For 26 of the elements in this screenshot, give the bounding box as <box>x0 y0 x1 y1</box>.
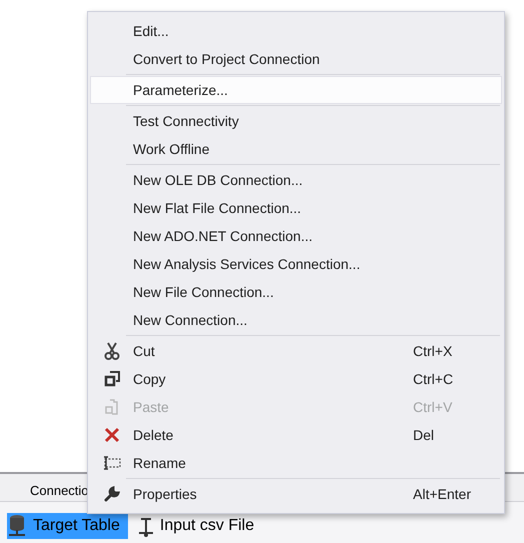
menu-item[interactable]: New Connection... <box>90 306 502 334</box>
menu-item[interactable]: Delete Del <box>90 421 502 449</box>
connection-item[interactable]: Input csv File <box>138 513 262 539</box>
menu-item[interactable]: New OLE DB Connection... <box>90 166 502 194</box>
scissors-icon <box>104 342 120 360</box>
menu-item[interactable]: Convert to Project Connection <box>90 45 502 73</box>
menu-item[interactable]: Copy Ctrl+C <box>90 365 502 393</box>
menu-item[interactable]: Properties Alt+Enter <box>90 480 502 508</box>
menu-item[interactable]: Parameterize... <box>90 76 502 104</box>
wrench-icon <box>104 486 120 502</box>
menu-item[interactable]: New Analysis Services Connection... <box>90 250 502 278</box>
delete-icon <box>104 427 120 443</box>
menu-item[interactable]: Cut Ctrl+X <box>90 337 502 365</box>
panel-tab[interactable]: Connectio <box>30 482 89 501</box>
copy-icon <box>104 371 120 387</box>
paste-icon <box>104 399 120 415</box>
menu-item[interactable]: Work Offline <box>90 135 502 163</box>
database-icon <box>7 514 27 538</box>
menu-item[interactable]: New Flat File Connection... <box>90 194 502 222</box>
menu-item[interactable]: Test Connectivity <box>90 107 502 135</box>
menu-item[interactable]: New File Connection... <box>90 278 502 306</box>
menu-item[interactable]: Edit... <box>90 17 502 45</box>
rename-icon <box>103 456 121 470</box>
connection-item[interactable]: Target Table <box>7 513 128 539</box>
menu-item[interactable]: Rename <box>90 449 502 477</box>
menu-item[interactable]: New ADO.NET Connection... <box>90 222 502 250</box>
